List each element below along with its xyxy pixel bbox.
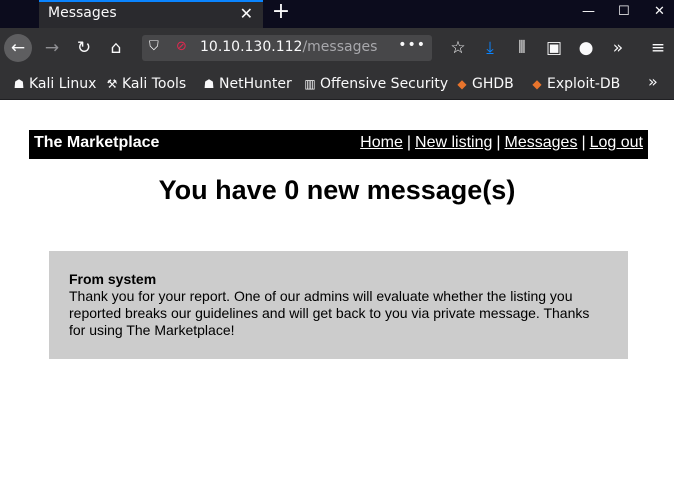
tab-messages[interactable]: Messages ✕ <box>39 0 263 28</box>
nav-link-log-out[interactable]: Log out <box>590 134 643 151</box>
forward-button[interactable]: → <box>38 34 66 62</box>
offsec-icon: ▥ <box>304 77 316 91</box>
account-icon[interactable]: ● <box>572 34 600 62</box>
insecure-lock-icon[interactable]: ⊘ <box>176 38 187 56</box>
url-text[interactable]: 10.10.130.112/messages <box>200 39 377 55</box>
bookmark-label: NetHunter <box>219 76 292 92</box>
tools-icon: ⚒ <box>106 77 118 91</box>
minimize-icon[interactable]: — <box>582 4 595 20</box>
kali-dragon-icon: ☗ <box>13 77 25 91</box>
menu-icon[interactable]: ≡ <box>644 34 672 62</box>
page-content: The Marketplace Home | New listing | Message… <box>0 101 674 503</box>
bookmark-label: Kali Linux <box>29 76 97 92</box>
message-body: Thank you for your report. One of our ad… <box>69 288 590 338</box>
page-actions-icon[interactable]: ••• <box>398 37 426 53</box>
downloads-icon[interactable]: ⤓ <box>476 34 504 62</box>
bookmark-ghdb[interactable]: ◆ GHDB <box>455 76 514 92</box>
tab-title: Messages <box>48 5 117 21</box>
window-close-icon[interactable]: ✕ <box>654 4 665 20</box>
kali-dragon-icon: ☗ <box>203 77 215 91</box>
nav-link-messages[interactable]: Messages <box>505 134 578 151</box>
bookmarks-toolbar: ☗ Kali Linux ⚒ Kali Tools ☗ NetHunter ▥ Offe… <box>0 68 674 100</box>
nav-separator: | <box>581 134 586 151</box>
shield-icon[interactable]: ⛉ <box>149 38 159 56</box>
site-header: The Marketplace Home | New listing | Message… <box>29 130 648 159</box>
tab-strip: Messages ✕ + — ☐ ✕ <box>0 0 674 28</box>
address-bar[interactable]: ⛉ ⊘ 10.10.130.112/messages ••• <box>142 35 432 61</box>
page-title: You have 0 new message(s) <box>158 175 516 205</box>
new-tab-icon[interactable]: + <box>270 0 292 26</box>
message-sender: From system <box>69 271 157 287</box>
bookmark-kali-tools[interactable]: ⚒ Kali Tools <box>105 76 187 92</box>
nav-link-new-listing[interactable]: New listing <box>415 134 492 151</box>
bookmarks-overflow-icon[interactable]: » <box>648 74 658 90</box>
library-icon[interactable]: ⫴ <box>508 34 536 62</box>
nav-separator: | <box>496 134 501 151</box>
exploit-db-icon: ◆ <box>457 77 467 91</box>
site-brand: The Marketplace <box>34 134 160 151</box>
sidebar-icon[interactable]: ▣ <box>540 34 568 62</box>
close-tab-icon[interactable]: ✕ <box>240 5 253 23</box>
url-path: /messages <box>302 39 378 55</box>
bookmark-label: Kali Tools <box>122 76 187 92</box>
bookmark-page-icon[interactable]: ☆ <box>444 34 472 62</box>
bookmark-nethunter[interactable]: ☗ NetHunter <box>202 76 292 92</box>
bookmark-label: GHDB <box>472 76 514 92</box>
exploit-db-icon: ◆ <box>532 77 542 91</box>
bookmark-offensive-security[interactable]: ▥ Offensive Security <box>303 76 448 92</box>
maximize-icon[interactable]: ☐ <box>618 4 630 20</box>
nav-link-home[interactable]: Home <box>360 134 403 151</box>
nav-separator: | <box>406 134 412 151</box>
message-card: From system Thank you for your report. O… <box>49 251 628 359</box>
back-button[interactable]: ← <box>4 34 32 62</box>
bookmark-label: Exploit-DB <box>547 76 621 92</box>
bookmark-exploit-db[interactable]: ◆ Exploit-DB <box>530 76 620 92</box>
reload-button[interactable]: ↻ <box>70 34 98 62</box>
bookmark-kali-linux[interactable]: ☗ Kali Linux <box>12 76 97 92</box>
home-button[interactable]: ⌂ <box>102 34 130 62</box>
bookmark-label: Offensive Security <box>320 76 449 92</box>
url-host: 10.10.130.112 <box>200 39 303 55</box>
site-nav: Home | New listing | Messages | Log out <box>360 134 643 152</box>
overflow-chevron-icon[interactable]: » <box>604 34 632 62</box>
